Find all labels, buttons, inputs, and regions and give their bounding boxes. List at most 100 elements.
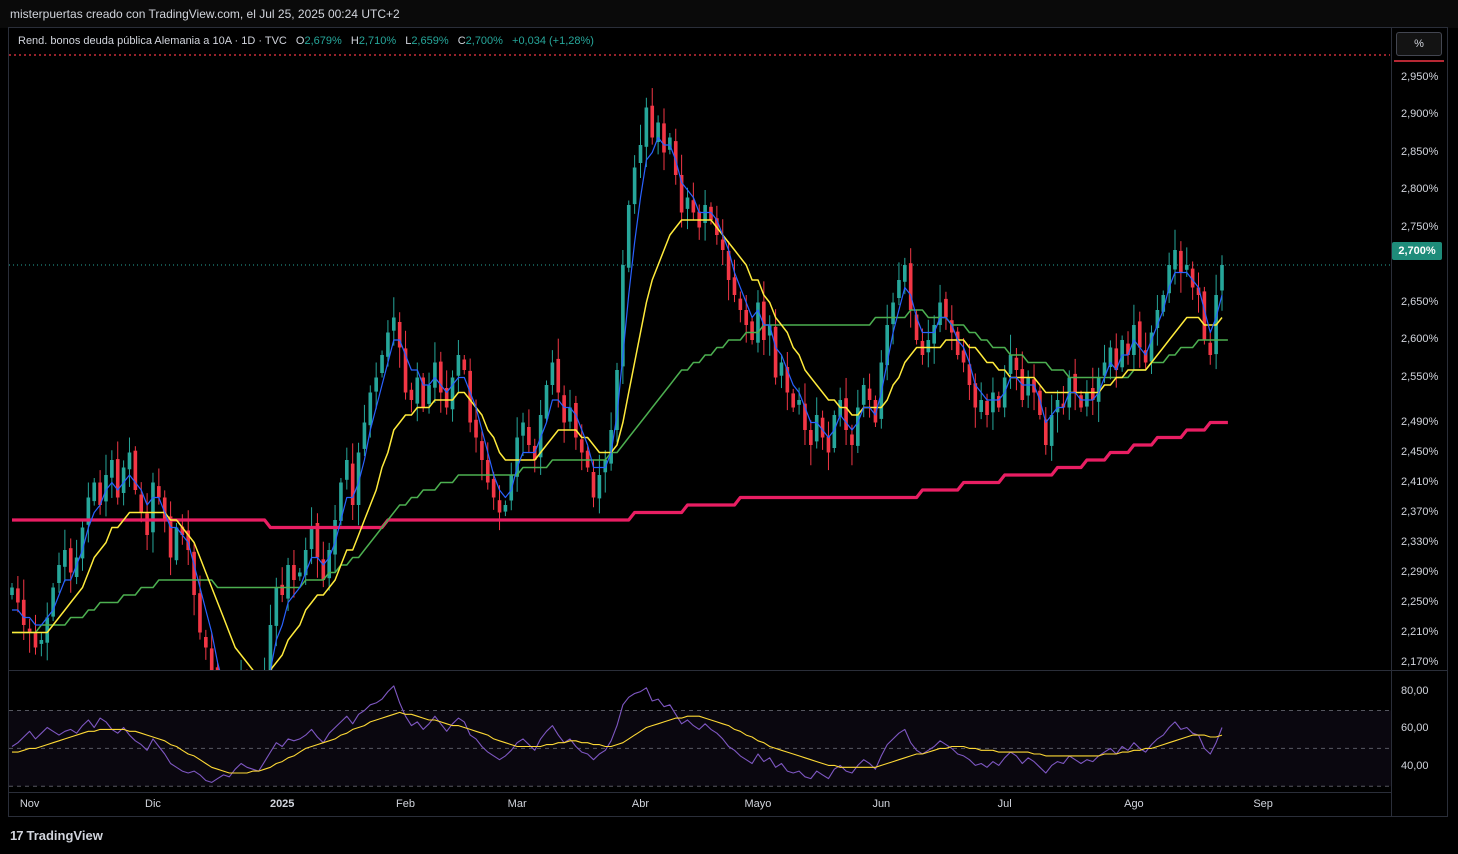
candle-body — [1073, 373, 1077, 393]
unit-button[interactable]: % — [1396, 32, 1442, 56]
candle-body — [386, 332, 390, 357]
candle-body — [891, 302, 895, 325]
change-value: +0,034 (+1,28%) — [512, 35, 594, 47]
low-value: 2,659% — [411, 35, 449, 47]
candle-body — [139, 494, 144, 513]
candle-body — [1008, 355, 1013, 374]
candle-body — [1208, 342, 1213, 355]
candle-body — [1173, 250, 1177, 270]
tradingview-footer[interactable]: 17 TradingView — [10, 828, 103, 843]
rsi-tick-label: 60,00 — [1401, 722, 1429, 735]
time-tick-label: Mar — [507, 798, 527, 810]
price-tick-label: 2,550% — [1401, 370, 1439, 383]
price-tick-label: 2,210% — [1401, 625, 1439, 638]
price-tick-label: 2,490% — [1401, 415, 1439, 428]
brand-name: TradingView — [26, 828, 103, 843]
candle-body — [198, 593, 202, 633]
candle-body — [732, 277, 737, 295]
candle-body — [280, 584, 285, 595]
price-tick-label: 2,950% — [1401, 70, 1439, 83]
candle-body — [145, 513, 149, 535]
candle-body — [127, 452, 132, 470]
price-tick-label: 2,450% — [1401, 445, 1439, 458]
candle-body — [239, 678, 243, 703]
candle-body — [638, 145, 643, 163]
time-tick-label: Ago — [1124, 798, 1144, 810]
time-tick-label: 2025 — [269, 798, 295, 810]
price-tick-label: 2,800% — [1401, 183, 1439, 195]
tradingview-logo-icon: 17 — [10, 828, 24, 843]
candle-body — [438, 361, 443, 393]
candle-body — [245, 677, 249, 693]
candle-body — [826, 436, 831, 453]
price-tick-label: 2,330% — [1401, 535, 1439, 548]
candle-body — [861, 385, 866, 405]
candle-body — [1137, 321, 1142, 348]
candle-body — [427, 385, 431, 404]
price-chart[interactable] — [0, 0, 1458, 854]
candle-body — [1179, 250, 1183, 273]
candle-body — [985, 400, 989, 415]
candle-body — [362, 422, 367, 449]
candle-body — [204, 637, 208, 648]
candle-body — [115, 459, 120, 498]
candle-body — [585, 450, 590, 468]
candle-body — [1049, 415, 1054, 446]
candle-body — [433, 362, 437, 388]
candle-body — [350, 463, 355, 505]
candle-body — [251, 688, 255, 708]
candle-body — [527, 427, 531, 445]
candle-body — [151, 482, 155, 533]
price-tick-label: 2,850% — [1401, 145, 1439, 158]
candle-body — [756, 302, 760, 343]
candle-body — [903, 265, 907, 282]
candle-body — [897, 280, 901, 298]
candle-body — [1120, 340, 1124, 368]
candle-body — [415, 377, 420, 404]
candle-body — [16, 588, 20, 603]
candle-body — [92, 482, 97, 502]
candle-body — [814, 415, 819, 442]
candle-body — [263, 670, 267, 713]
high-label: H — [350, 35, 359, 47]
candle-body — [979, 400, 983, 412]
candle-body — [556, 358, 561, 393]
candle-body — [1079, 395, 1083, 408]
candle-body — [809, 430, 813, 445]
candle-body — [791, 393, 796, 408]
candle-body — [550, 362, 555, 385]
candle-body — [1043, 419, 1048, 445]
rsi-tick-label: 80,00 — [1401, 684, 1429, 697]
time-tick-label: Jul — [997, 798, 1012, 810]
candle-body — [39, 640, 44, 644]
candle-body — [298, 572, 302, 577]
candle-body — [797, 400, 801, 405]
ma-20-line — [12, 219, 1223, 670]
candle-body — [908, 263, 913, 310]
candle-body — [215, 667, 220, 670]
candle-body — [991, 392, 995, 413]
candle-body — [773, 326, 778, 378]
time-tick-label: Jun — [872, 798, 891, 810]
time-tick-label: Sep — [1253, 798, 1273, 810]
price-tick-label: 2,650% — [1401, 295, 1439, 308]
candle-body — [626, 205, 631, 268]
candle-body — [63, 550, 67, 567]
candle-body — [209, 648, 214, 670]
candle-body — [292, 565, 296, 580]
candle-body — [286, 565, 290, 599]
close-label: C — [457, 35, 466, 47]
candle-body — [944, 298, 948, 318]
candle-body — [685, 197, 690, 209]
candle-body — [591, 472, 596, 498]
rsi-tick-label: 40,00 — [1401, 760, 1429, 773]
price-tick-label: 2,370% — [1401, 505, 1439, 518]
time-tick-label: Dic — [145, 798, 161, 810]
candle-body — [503, 505, 508, 512]
candle-body — [720, 239, 725, 250]
candle-body — [867, 388, 872, 400]
candle-body — [632, 167, 637, 205]
candle-body — [850, 434, 854, 445]
candle-body — [1055, 400, 1060, 413]
symbol-legend[interactable]: Rend. bonos deuda pública Alemania a 10A… — [18, 35, 594, 47]
